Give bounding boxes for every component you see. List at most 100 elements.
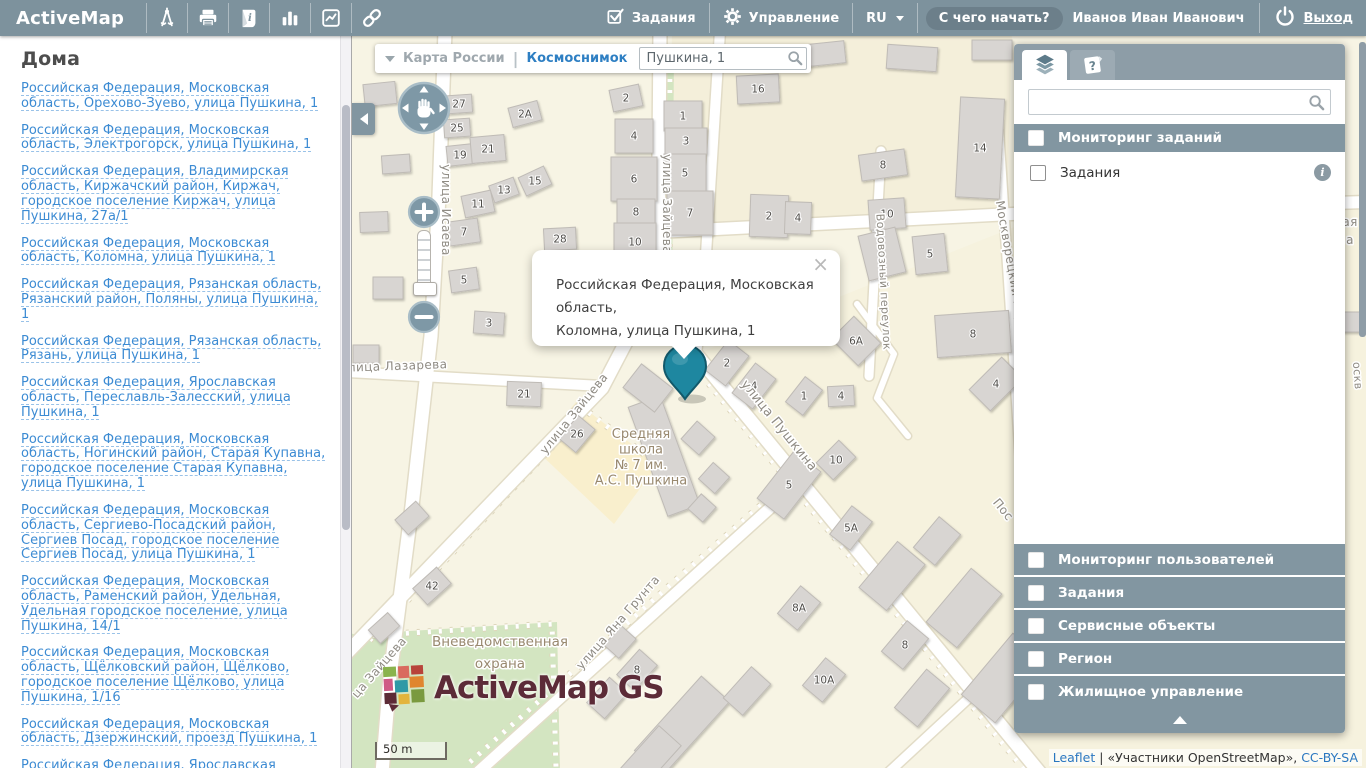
panel-section-collapsed[interactable]: Сервисные объекты xyxy=(1014,608,1345,641)
layers-icon xyxy=(1033,53,1057,77)
building-number: 5 xyxy=(461,275,468,287)
collapse-sidebar-button[interactable] xyxy=(352,103,375,135)
section-checkbox[interactable] xyxy=(1028,684,1044,700)
house-link[interactable]: Российская Федерация, Московская область… xyxy=(21,124,327,154)
tasks-button[interactable]: Задания xyxy=(593,0,709,36)
results-sidebar: Дома Российская Федерация, Московская об… xyxy=(0,36,352,768)
house-link[interactable]: Российская Федерация, Московская область… xyxy=(21,237,327,267)
building-number: 8 xyxy=(880,160,887,172)
popup-close-icon[interactable]: × xyxy=(812,254,829,274)
house-link[interactable]: Российская Федерация, Ярославская област… xyxy=(21,759,327,768)
section-checkbox[interactable] xyxy=(1028,585,1044,601)
activemap-app: ActiveMap i xyxy=(0,0,1366,768)
license-link[interactable]: CC-BY-SA xyxy=(1301,750,1358,765)
building-number: 1 xyxy=(801,391,808,403)
house-link[interactable]: Российская Федерация, Владимирская облас… xyxy=(21,165,327,224)
section-label: Задания xyxy=(1058,585,1124,601)
building-number: 8 xyxy=(970,329,977,341)
street-label: улица Исаева xyxy=(439,164,453,255)
zoom-slider-handle[interactable] xyxy=(413,282,437,296)
leaflet-link[interactable]: Leaflet xyxy=(1053,750,1096,765)
building-number: 25 xyxy=(450,123,463,135)
panel-section-monitoring[interactable]: Мониторинг заданий xyxy=(1014,124,1345,152)
admin-button[interactable]: Управление xyxy=(710,0,853,36)
popup-address-line2: Коломна, улица Пушкина, 1 xyxy=(556,320,822,343)
building-number: 10 xyxy=(829,455,842,467)
sidebar-scrollbar-thumb[interactable] xyxy=(342,105,350,530)
search-icon[interactable] xyxy=(1308,94,1325,115)
map-search xyxy=(639,47,807,70)
section-label: Регион xyxy=(1058,651,1112,667)
place-label: № 7 им. xyxy=(615,458,667,473)
section-checkbox[interactable] xyxy=(1028,651,1044,667)
stats-icon[interactable] xyxy=(270,0,310,36)
building-number: 27 xyxy=(452,99,465,111)
house-link[interactable]: Российская Федерация, Рязанская область,… xyxy=(21,278,327,322)
map-popup: × Российская Федерация, Московская облас… xyxy=(532,250,840,346)
layer-item-tasks[interactable]: Задания xyxy=(1030,164,1331,181)
window-scrollbar[interactable] xyxy=(1359,42,1366,337)
house-link[interactable]: Российская Федерация, Московская область… xyxy=(21,646,327,705)
report-icon[interactable] xyxy=(311,0,351,36)
svg-text:i: i xyxy=(248,12,252,24)
info-icon[interactable] xyxy=(1314,164,1331,181)
house-link[interactable]: Российская Федерация, Московская область… xyxy=(21,433,327,492)
building-number: 11 xyxy=(471,199,484,211)
house-link[interactable]: Российская Федерация, Московская область… xyxy=(21,718,327,748)
power-icon xyxy=(1273,4,1297,32)
tasks-label: Задания xyxy=(632,11,696,26)
sidebar-scrollbar[interactable] xyxy=(340,36,351,768)
zoom-in-button[interactable] xyxy=(407,195,441,233)
panel-section-collapsed[interactable]: Жилищное управление xyxy=(1014,674,1345,707)
place-label: Вневедомственная xyxy=(432,634,568,650)
section-label: Мониторинг пользователей xyxy=(1058,552,1274,568)
logout-button[interactable]: Выход xyxy=(1260,0,1366,36)
tab-legend[interactable]: ? xyxy=(1070,50,1115,80)
attribution-sep: | xyxy=(1095,750,1107,765)
baselayer-dropdown-icon[interactable] xyxy=(385,56,395,62)
app-logo[interactable]: ActiveMap xyxy=(0,8,146,29)
header-divider xyxy=(917,3,918,33)
map-search-input[interactable] xyxy=(639,47,807,70)
building-number: 4 xyxy=(631,131,638,143)
panel-section-collapsed[interactable]: Регион xyxy=(1014,641,1345,674)
measure-icon[interactable] xyxy=(147,0,187,36)
street-label: оскв xyxy=(1350,362,1365,390)
house-link[interactable]: Российская Федерация, Ярославская област… xyxy=(21,376,327,420)
attribution-sep: , xyxy=(1293,750,1301,765)
activemap-gs-logo-icon xyxy=(382,664,428,712)
search-icon[interactable] xyxy=(787,50,803,70)
guide-icon[interactable]: i xyxy=(229,0,269,36)
chevron-down-icon xyxy=(896,16,904,21)
lang-button[interactable]: RU xyxy=(853,0,917,36)
baselayer-alt[interactable]: Космоснимок xyxy=(526,51,627,66)
scale-bar: 50 m xyxy=(375,742,447,760)
place-label: А.С. Пушкина xyxy=(595,474,688,489)
house-link[interactable]: Российская Федерация, Московская область… xyxy=(21,504,327,563)
zoom-out-button[interactable] xyxy=(407,300,441,338)
section-checkbox[interactable] xyxy=(1028,618,1044,634)
panel-search xyxy=(1014,80,1345,124)
baselayer-current[interactable]: Карта России xyxy=(403,51,505,66)
building-number: 5А xyxy=(844,523,859,535)
layer-checkbox[interactable] xyxy=(1030,165,1046,181)
pan-control[interactable] xyxy=(397,81,451,139)
logout-label: Выход xyxy=(1304,11,1353,26)
panel-section-collapsed[interactable]: Мониторинг пользователей xyxy=(1014,542,1345,575)
street-label: а xyxy=(1346,233,1354,247)
print-icon[interactable] xyxy=(188,0,228,36)
panel-section-collapsed[interactable]: Задания xyxy=(1014,575,1345,608)
panel-search-input[interactable] xyxy=(1028,89,1331,115)
house-link[interactable]: Российская Федерация, Московская область… xyxy=(21,575,327,634)
tab-layers[interactable] xyxy=(1022,50,1067,80)
panel-collapse-button[interactable] xyxy=(1014,707,1345,733)
house-links: Российская Федерация, Московская область… xyxy=(0,82,327,768)
building-number: 4 xyxy=(795,213,802,225)
building-number: 2А xyxy=(518,109,533,121)
house-link[interactable]: Российская Федерация, Московская область… xyxy=(21,82,327,112)
house-link[interactable]: Российская Федерация, Рязанская область,… xyxy=(21,335,327,365)
section-checkbox[interactable] xyxy=(1028,130,1044,146)
link-icon[interactable] xyxy=(352,0,392,36)
section-checkbox[interactable] xyxy=(1028,552,1044,568)
start-hint-button[interactable]: С чего начать? xyxy=(926,7,1063,30)
